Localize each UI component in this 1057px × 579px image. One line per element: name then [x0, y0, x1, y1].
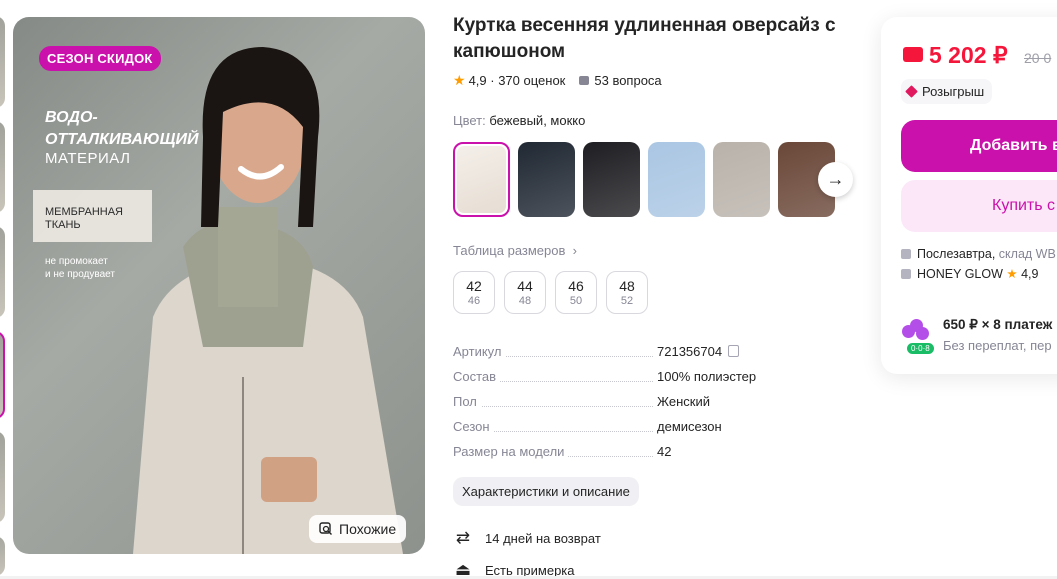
- installment-icon: 0·0·8: [901, 317, 934, 354]
- thumbnail-6[interactable]: [0, 536, 5, 576]
- spec-row: Размер на модели 42: [453, 444, 773, 469]
- spec-value: демисезон: [657, 419, 722, 434]
- color-label-value: бежевый, мокко: [489, 113, 586, 128]
- photo-feature-text: МЕМБРАННАЯ ТКАНЬ: [45, 206, 123, 231]
- spec-key: Пол: [453, 394, 481, 409]
- star-icon: ★: [453, 72, 466, 88]
- shop-info[interactable]: HONEY GLOW ★ 4,9: [901, 266, 1038, 281]
- photo-small-text: не промокает и не продувает: [45, 256, 115, 280]
- spec-row: Сезон демисезон: [453, 419, 773, 444]
- size-ru: 46: [568, 278, 584, 294]
- thumbnail-strip: [0, 16, 6, 576]
- spec-key: Артикул: [453, 344, 506, 359]
- thumbnail-1[interactable]: [0, 16, 5, 108]
- questions-count[interactable]: 53 вопроса: [594, 73, 661, 88]
- shop-rating: 4,9: [1021, 266, 1039, 281]
- buy-now-label: Купить с: [992, 197, 1056, 214]
- add-to-cart-button[interactable]: Добавить в: [901, 120, 1057, 172]
- size-option[interactable]: 44 48: [504, 271, 546, 314]
- photo-headline: ВОДО- ОТТАЛКИВАЮЩИЙ: [45, 109, 199, 148]
- chevron-right-icon: ›: [569, 243, 577, 258]
- swatch-lightblue[interactable]: [648, 142, 705, 217]
- spec-row: Пол Женский: [453, 394, 773, 419]
- raffle-label: Розыгрыш: [922, 84, 985, 99]
- thumbnail-4-active[interactable]: [0, 331, 5, 419]
- spec-row-article: Артикул 721356704: [453, 344, 773, 369]
- size-option[interactable]: 46 50: [555, 271, 597, 314]
- thumbnail-5[interactable]: [0, 431, 5, 523]
- spec-value: 100% полиэстер: [657, 369, 757, 384]
- color-swatches: [453, 142, 835, 217]
- thumbnail-2[interactable]: [0, 121, 5, 213]
- similar-button[interactable]: Похожие: [309, 515, 407, 543]
- shop-icon: [901, 268, 911, 279]
- photo-feature-box: МЕМБРАННАЯ ТКАНЬ: [33, 190, 152, 242]
- size-intl: 52: [620, 295, 634, 307]
- size-table-label: Таблица размеров: [453, 243, 566, 258]
- characteristics-button[interactable]: Характеристики и описание: [453, 477, 639, 506]
- size-intl: 46: [467, 295, 481, 307]
- sale-badge: СЕЗОН СКИДОК: [39, 46, 161, 71]
- product-title: Куртка весенняя удлиненная оверсайз с ка…: [453, 15, 836, 62]
- copy-icon[interactable]: [728, 345, 740, 357]
- spec-value: Женский: [657, 394, 710, 409]
- buy-now-button[interactable]: Купить с: [901, 180, 1057, 232]
- spec-value: 42: [657, 444, 672, 459]
- size-ru: 48: [619, 278, 635, 294]
- delivery-date: Послезавтра,: [917, 247, 996, 261]
- size-options: 42 46 44 48 46 50 48 52: [453, 271, 648, 314]
- wallet-icon: [903, 47, 923, 62]
- size-option[interactable]: 42 46: [453, 271, 495, 314]
- installment-main[interactable]: 650 ₽ × 8 платеж: [943, 317, 1052, 333]
- photo-headline-2: МАТЕРИАЛ: [45, 150, 131, 167]
- warehouse: склад WB: [998, 247, 1056, 261]
- color-label-key: Цвет:: [453, 113, 486, 128]
- diamond-icon: [905, 85, 918, 98]
- specs-list: Артикул 721356704 Состав 100% полиэстер …: [453, 344, 773, 469]
- swatch-navy[interactable]: [518, 142, 575, 217]
- add-to-cart-label: Добавить в: [970, 137, 1057, 154]
- delivery-info: Послезавтра, склад WB: [901, 247, 1056, 261]
- size-intl: 50: [569, 295, 583, 307]
- swatch-black[interactable]: [583, 142, 640, 217]
- return-text: 14 дней на возврат: [485, 530, 601, 546]
- return-arrows-icon: ⇄: [455, 528, 471, 547]
- spec-key: Состав: [453, 369, 501, 384]
- star-icon: ★: [1006, 267, 1018, 281]
- size-option[interactable]: 48 52: [606, 271, 648, 314]
- rating-row: ★ 4,9 · 370 оценок 53 вопроса: [453, 72, 662, 89]
- spec-key: Сезон: [453, 419, 494, 434]
- article-number: 721356704: [657, 344, 723, 359]
- spec-key: Размер на модели: [453, 444, 569, 459]
- swatch-beige-selected[interactable]: [453, 142, 510, 217]
- product-photo[interactable]: СЕЗОН СКИДОК ВОДО- ОТТАЛКИВАЮЩИЙ МАТЕРИА…: [13, 17, 425, 554]
- swatches-next-button[interactable]: →: [818, 162, 853, 197]
- color-label: Цвет: бежевый, мокко: [453, 113, 585, 128]
- size-ru: 44: [517, 278, 533, 294]
- similar-label: Похожие: [339, 521, 397, 537]
- rating-value[interactable]: 4,9: [469, 73, 487, 88]
- swatch-grey[interactable]: [713, 142, 770, 217]
- similar-search-icon: [319, 522, 332, 535]
- model-illustration: [133, 47, 403, 554]
- price-card: 5 202 ₽ 20 0 Розыгрыш Добавить в Купить …: [881, 17, 1057, 374]
- reviews-count[interactable]: · 370 оценок: [490, 73, 565, 88]
- price: 5 202 ₽: [929, 42, 1008, 68]
- box-icon: [901, 249, 911, 259]
- questions-icon: [579, 76, 590, 85]
- installment-tag: 0·0·8: [907, 343, 934, 354]
- arrow-right-icon: →: [826, 169, 845, 189]
- raffle-badge[interactable]: Розыгрыш: [901, 79, 993, 104]
- spec-row: Состав 100% полиэстер: [453, 369, 773, 394]
- size-intl: 48: [518, 295, 532, 307]
- installment-sub: Без переплат, пер: [943, 338, 1052, 353]
- shop-name: HONEY GLOW: [917, 266, 1003, 281]
- thumbnail-3[interactable]: [0, 226, 5, 318]
- old-price: 20 0: [1024, 50, 1052, 66]
- return-info: ⇄ 14 дней на возврат: [453, 529, 601, 547]
- size-ru: 42: [466, 278, 482, 294]
- size-table-link[interactable]: Таблица размеров ›: [453, 243, 577, 258]
